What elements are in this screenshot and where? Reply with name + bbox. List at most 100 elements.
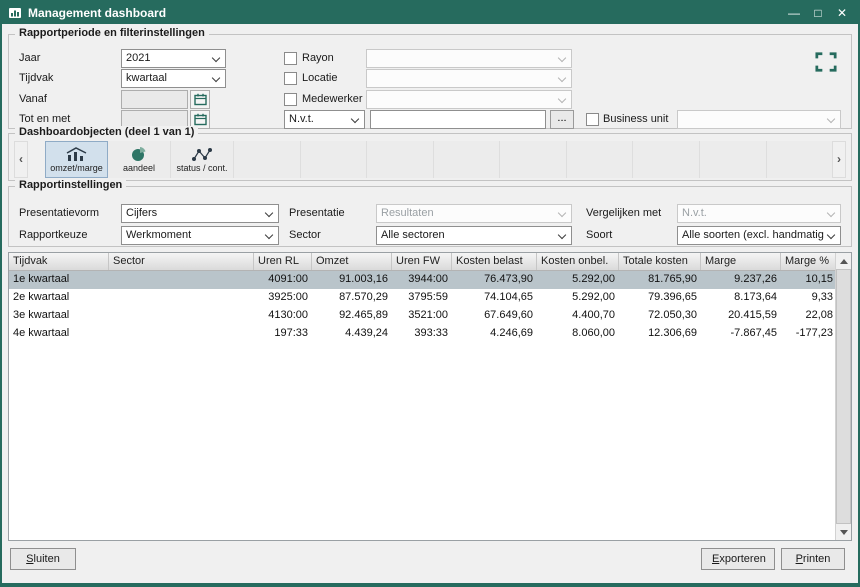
medewerker-checkbox[interactable] — [284, 93, 297, 106]
business-unit-checkbox[interactable] — [586, 113, 599, 126]
chevron-down-icon — [263, 205, 278, 222]
objects-prev-button[interactable]: ‹ — [14, 141, 28, 178]
jaar-select[interactable]: 2021 — [121, 49, 226, 68]
table-cell: 81.765,90 — [619, 271, 701, 289]
table-cell: 4e kwartaal — [9, 325, 109, 343]
close-button[interactable]: ✕ — [832, 3, 852, 23]
soort-value: Alle soorten (excl. handmatig — [678, 227, 825, 244]
bar-chart-icon — [65, 146, 89, 162]
table-cell: 87.570,29 — [312, 289, 392, 307]
rapportkeuze-value: Werkmoment — [122, 227, 263, 244]
column-header[interactable]: Kosten onbel. — [537, 253, 619, 270]
column-header[interactable]: Uren FW — [392, 253, 452, 270]
table-cell: 1e kwartaal — [9, 271, 109, 289]
table-cell: 5.292,00 — [537, 271, 619, 289]
vanaf-input[interactable] — [121, 90, 188, 109]
titlebar[interactable]: Management dashboard — □ ✕ — [2, 2, 858, 24]
dashboard-object-label: omzet/marge — [50, 163, 103, 173]
scroll-up-button[interactable] — [836, 253, 851, 269]
locatie-select[interactable] — [366, 69, 572, 88]
dashboard-object-empty-slot — [367, 141, 434, 178]
objects-next-button[interactable]: › — [832, 141, 846, 178]
presentatievorm-select[interactable]: Cijfers — [121, 204, 279, 223]
chevron-down-icon — [349, 111, 364, 128]
table-cell: -177,23 — [781, 325, 837, 343]
browse-button[interactable]: ... — [550, 110, 574, 129]
table-cell: 67.649,60 — [452, 307, 537, 325]
chevron-down-icon — [556, 227, 571, 244]
table-cell: 4.439,24 — [312, 325, 392, 343]
dashboard-object-omzet-marge[interactable]: omzet/marge — [45, 141, 108, 178]
chevron-down-icon — [825, 111, 840, 128]
table-row[interactable]: 4e kwartaal197:334.439,24393:334.246,698… — [9, 325, 851, 343]
locatie-checkbox[interactable] — [284, 72, 297, 85]
rapportkeuze-label: Rapportkeuze — [19, 226, 88, 245]
scroll-down-button[interactable] — [836, 524, 851, 540]
table-cell: 3925:00 — [254, 289, 312, 307]
free-filter-input[interactable] — [370, 110, 546, 129]
dashboard-object-empty-slot — [700, 141, 767, 178]
column-header[interactable]: Omzet — [312, 253, 392, 270]
printen-button[interactable]: Printen — [781, 548, 845, 570]
table-row[interactable]: 1e kwartaal4091:0091.003,163944:0076.473… — [9, 271, 851, 289]
column-header[interactable]: Marge — [701, 253, 781, 270]
locatie-label: Locatie — [302, 69, 337, 88]
column-header[interactable]: Sector — [109, 253, 254, 270]
dashboard-object-label: aandeel — [123, 163, 155, 173]
table-cell: 74.104,65 — [452, 289, 537, 307]
vergelijken-met-value: N.v.t. — [678, 205, 825, 222]
printen-button-label: Printen — [782, 549, 844, 569]
pie-chart-icon — [131, 146, 147, 162]
vergelijken-met-select[interactable]: N.v.t. — [677, 204, 841, 223]
sluiten-button[interactable]: Sluiten — [10, 548, 76, 570]
presentatie-select[interactable]: Resultaten — [376, 204, 572, 223]
jaar-label: Jaar — [19, 49, 40, 68]
table-cell: 20.415,59 — [701, 307, 781, 325]
table-row[interactable]: 2e kwartaal3925:0087.570,293795:5974.104… — [9, 289, 851, 307]
maximize-button[interactable]: □ — [808, 3, 828, 23]
minimize-button[interactable]: — — [784, 3, 804, 23]
table-cell: 8.060,00 — [537, 325, 619, 343]
scrollbar-track[interactable] — [836, 269, 851, 524]
tijdvak-select[interactable]: kwartaal — [121, 69, 226, 88]
chevron-down-icon — [825, 227, 840, 244]
table-row[interactable]: 3e kwartaal4130:0092.465,893521:0067.649… — [9, 307, 851, 325]
column-header[interactable]: Kosten belast — [452, 253, 537, 270]
tijdvak-value: kwartaal — [122, 70, 210, 87]
table-cell: 91.003,16 — [312, 271, 392, 289]
table-cell — [109, 307, 254, 325]
nvt-select[interactable]: N.v.t. — [284, 110, 365, 129]
dashboard-object-empty-slot — [234, 141, 301, 178]
vertical-scrollbar[interactable] — [835, 253, 851, 540]
vanaf-label: Vanaf — [19, 90, 47, 109]
dashboard-object-aandeel[interactable]: aandeel — [108, 141, 171, 178]
table-cell: 4091:00 — [254, 271, 312, 289]
column-header[interactable]: Tijdvak — [9, 253, 109, 270]
scrollbar-thumb[interactable] — [836, 269, 851, 524]
exporteren-button[interactable]: Exporteren — [701, 548, 775, 570]
rayon-select[interactable] — [366, 49, 572, 68]
dashboard-object-empty-slot — [633, 141, 700, 178]
presentatie-value: Resultaten — [377, 205, 556, 222]
dashboard-object-status-cont[interactable]: status / cont. — [171, 141, 234, 178]
medewerker-select[interactable] — [366, 90, 572, 109]
table-cell: 393:33 — [392, 325, 452, 343]
table-cell: 197:33 — [254, 325, 312, 343]
tijdvak-label: Tijdvak — [19, 69, 53, 88]
dashboard-object-empty-slot — [434, 141, 501, 178]
rapportkeuze-select[interactable]: Werkmoment — [121, 226, 279, 245]
soort-select[interactable]: Alle soorten (excl. handmatig — [677, 226, 841, 245]
table-cell: 3e kwartaal — [9, 307, 109, 325]
table-header: TijdvakSectorUren RLOmzetUren FWKosten b… — [9, 253, 851, 271]
column-header[interactable]: Totale kosten — [619, 253, 701, 270]
table-cell: 22,08 — [781, 307, 837, 325]
report-settings-groupbox: Rapportinstellingen Presentatievorm Cijf… — [8, 186, 852, 247]
rayon-checkbox[interactable] — [284, 52, 297, 65]
column-header[interactable]: Uren RL — [254, 253, 312, 270]
fullscreen-icon — [815, 50, 837, 74]
column-header[interactable]: Marge % — [781, 253, 837, 270]
sector-select[interactable]: Alle sectoren — [376, 226, 572, 245]
fullscreen-button[interactable] — [809, 47, 843, 77]
business-unit-select[interactable] — [677, 110, 841, 129]
vanaf-calendar-button[interactable] — [190, 90, 210, 109]
